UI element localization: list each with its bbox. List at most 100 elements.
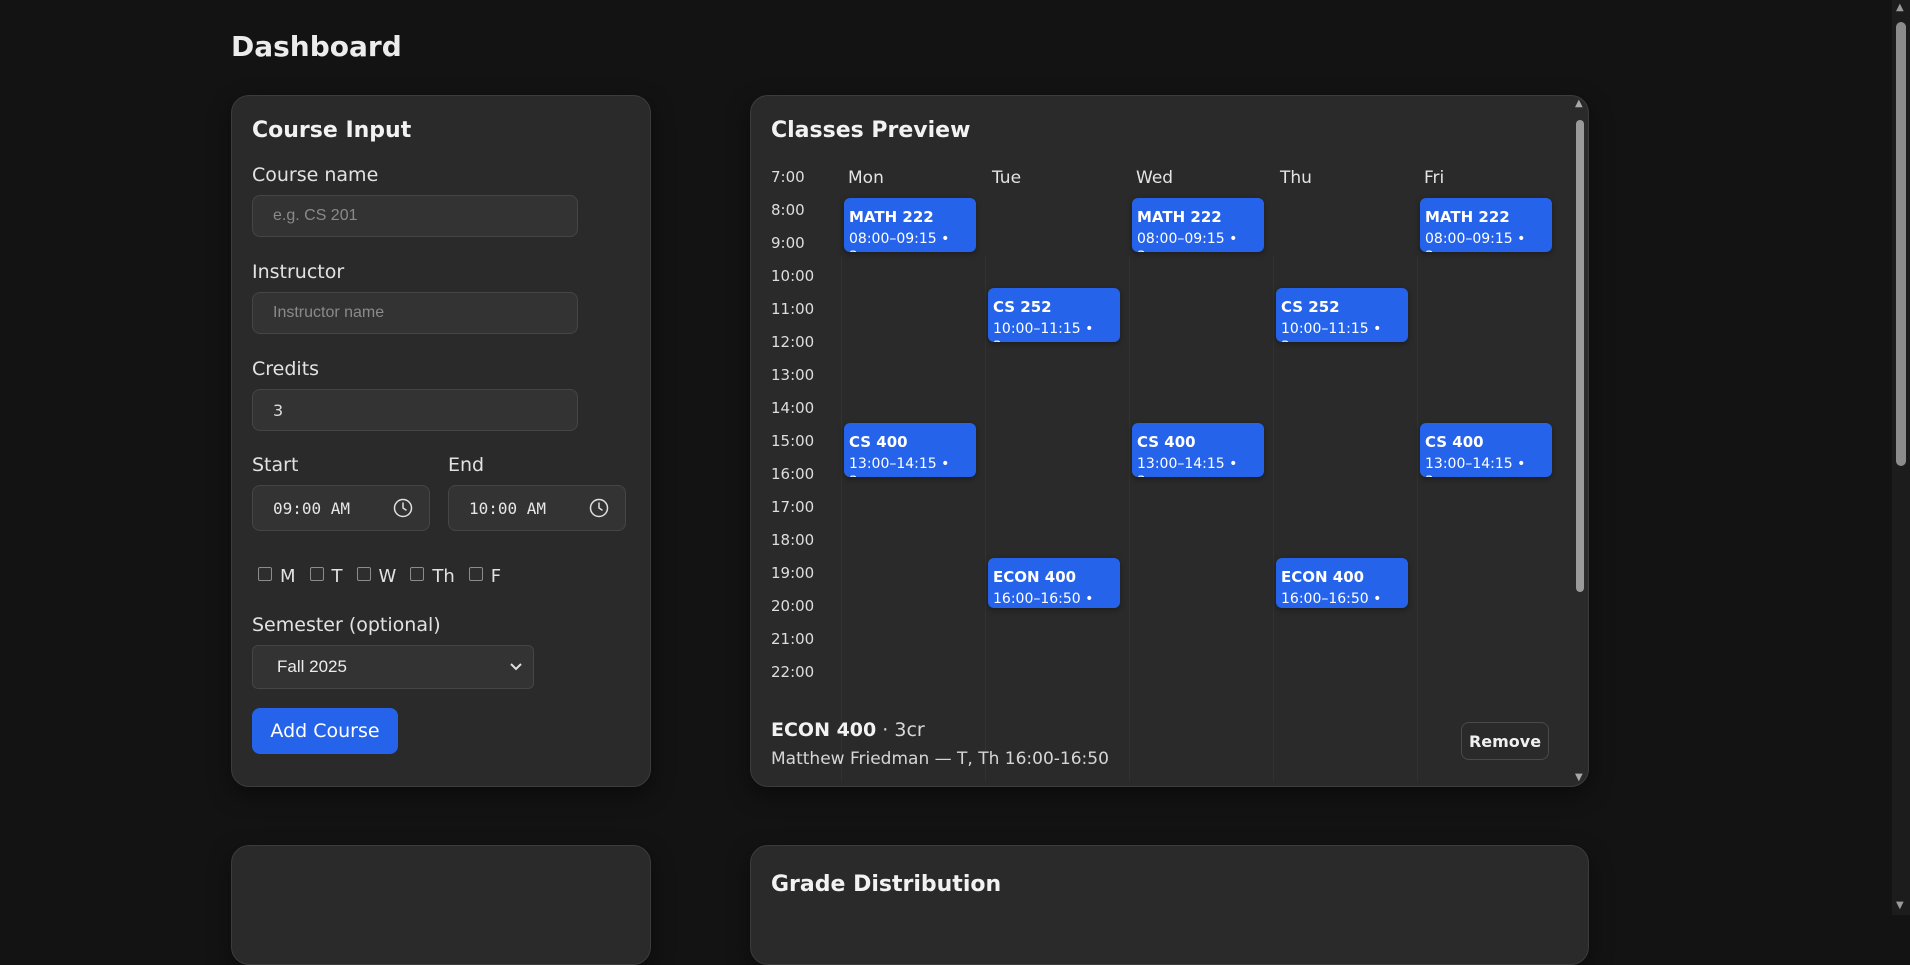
- scroll-down-icon[interactable]: ▼: [1896, 900, 1904, 911]
- chevron-down-icon: [510, 663, 522, 671]
- checkbox[interactable]: [309, 566, 324, 581]
- class-event-name: CS 400: [1137, 433, 1196, 451]
- class-event-name: MATH 222: [849, 208, 934, 226]
- class-event[interactable]: CS 252 10:00–11:15 • 3cr: [1276, 288, 1408, 343]
- course-name-label: Course name: [252, 164, 379, 186]
- semester-label: Semester (optional): [252, 614, 441, 636]
- checkbox[interactable]: [410, 566, 425, 581]
- selected-course-name: ECON 400: [771, 719, 877, 741]
- course-name-input[interactable]: [252, 195, 578, 237]
- scroll-down-icon[interactable]: ▼: [1575, 772, 1583, 783]
- selected-course-detail: Matthew Friedman — T, Th 16:00-16:50: [771, 749, 1109, 769]
- day-column: [985, 256, 986, 781]
- class-event-name: MATH 222: [1425, 208, 1510, 226]
- hour-label: 16:00: [771, 465, 815, 483]
- class-event-time: 16:00–16:50 • 3cr: [993, 591, 1094, 607]
- class-event[interactable]: CS 400 13:00–14:15 • 3cr: [1132, 423, 1264, 478]
- hour-label: 9:00: [771, 234, 805, 252]
- day-option-t[interactable]: T: [309, 566, 343, 587]
- class-event[interactable]: CS 252 10:00–11:15 • 3cr: [988, 288, 1120, 343]
- day-header: Fri: [1424, 168, 1445, 188]
- class-event-time: 16:00–16:50 • 3cr: [1281, 591, 1382, 607]
- checkbox[interactable]: [468, 566, 483, 581]
- class-event-name: MATH 222: [1137, 208, 1222, 226]
- hour-label: 19:00: [771, 564, 815, 582]
- start-label: Start: [252, 454, 299, 476]
- day-column: [841, 256, 842, 781]
- hour-label: 17:00: [771, 498, 815, 516]
- selected-course-credits: · 3cr: [876, 719, 925, 741]
- day-header: Tue: [992, 168, 1022, 188]
- class-event[interactable]: CS 400 13:00–14:15 • 3cr: [1420, 423, 1552, 478]
- class-event[interactable]: CS 400 13:00–14:15 • 3cr: [844, 423, 976, 478]
- end-label: End: [448, 454, 485, 476]
- hour-label: 14:00: [771, 399, 815, 417]
- window-scrollbar-thumb[interactable]: [1896, 22, 1906, 466]
- hour-label: 8:00: [771, 201, 805, 219]
- hour-label: 11:00: [771, 300, 815, 318]
- day-header: Thu: [1280, 168, 1312, 188]
- scroll-up-icon[interactable]: ▲: [1896, 2, 1904, 13]
- hour-label: 21:00: [771, 630, 815, 648]
- class-event-name: ECON 400: [993, 568, 1077, 586]
- hour-label: 7:00: [771, 168, 805, 186]
- start-time-input[interactable]: 09:00 AM: [252, 485, 430, 531]
- instructor-label: Instructor: [252, 261, 345, 283]
- class-event[interactable]: ECON 400 16:00–16:50 • 3cr: [988, 558, 1120, 608]
- semester-value: Fall 2025: [277, 657, 347, 676]
- class-event[interactable]: MATH 222 08:00–09:15 • 3cr: [1420, 198, 1552, 253]
- classes-preview-title: Classes Preview: [771, 118, 971, 143]
- instructor-input[interactable]: [252, 292, 578, 334]
- class-event[interactable]: MATH 222 08:00–09:15 • 3cr: [1132, 198, 1264, 253]
- hour-label: 20:00: [771, 597, 815, 615]
- remove-button[interactable]: Remove: [1461, 722, 1549, 760]
- day-option-f[interactable]: F: [468, 566, 501, 587]
- class-event-time: 10:00–11:15 • 3cr: [1281, 321, 1382, 342]
- credits-label: Credits: [252, 358, 320, 380]
- class-event-name: CS 400: [1425, 433, 1484, 451]
- day-header: Mon: [848, 168, 884, 188]
- scrollbar-thumb[interactable]: [1576, 120, 1584, 592]
- clock-icon[interactable]: [393, 498, 413, 518]
- class-event-name: CS 400: [849, 433, 908, 451]
- course-input-title: Course Input: [252, 118, 412, 143]
- class-event-time: 08:00–09:15 • 3cr: [849, 231, 950, 252]
- preview-scrollbar[interactable]: ▲ ▼: [1572, 96, 1588, 786]
- hour-label: 12:00: [771, 333, 815, 351]
- lower-left-card: [231, 845, 651, 965]
- class-event-time: 10:00–11:15 • 3cr: [993, 321, 1094, 342]
- grade-distribution-card: Grade Distribution: [750, 845, 1589, 965]
- day-column: [1417, 256, 1418, 781]
- end-time-value: 10:00 AM: [469, 498, 547, 518]
- day-column: [1273, 256, 1274, 781]
- class-event[interactable]: MATH 222 08:00–09:15 • 3cr: [844, 198, 976, 253]
- scroll-up-icon[interactable]: ▲: [1575, 98, 1583, 109]
- day-option-w[interactable]: W: [356, 566, 396, 587]
- class-event[interactable]: ECON 400 16:00–16:50 • 3cr: [1276, 558, 1408, 608]
- page-title: Dashboard: [231, 30, 402, 63]
- selected-course: ECON 400 · 3cr: [771, 719, 925, 741]
- day-header: Wed: [1136, 168, 1174, 188]
- class-event-name: ECON 400: [1281, 568, 1365, 586]
- class-event-name: CS 252: [993, 298, 1052, 316]
- start-time-value: 09:00 AM: [273, 498, 351, 518]
- checkbox[interactable]: [258, 566, 272, 581]
- semester-select[interactable]: Fall 2025: [252, 645, 534, 689]
- day-option-m[interactable]: M: [258, 566, 296, 587]
- hour-label: 22:00: [771, 663, 815, 681]
- credits-input[interactable]: [252, 389, 578, 431]
- hour-label: 13:00: [771, 366, 815, 384]
- hour-label: 15:00: [771, 432, 815, 450]
- hour-label: 10:00: [771, 267, 815, 285]
- class-event-time: 13:00–14:15 • 3cr: [1137, 456, 1238, 477]
- classes-preview-card: Classes Preview 7:00 8:00 9:00 10:00 11:00 12…: [750, 95, 1589, 787]
- course-input-card: Course Input Course name Instructor Cred…: [231, 95, 651, 787]
- window-scrollbar[interactable]: ▲ ▼: [1892, 0, 1910, 915]
- add-course-button[interactable]: Add Course: [252, 708, 398, 754]
- class-event-time: 08:00–09:15 • 3cr: [1425, 231, 1526, 252]
- class-event-time: 13:00–14:15 • 3cr: [1425, 456, 1526, 477]
- checkbox[interactable]: [356, 566, 371, 581]
- day-option-th[interactable]: Th: [410, 566, 455, 587]
- end-time-input[interactable]: 10:00 AM: [448, 485, 626, 531]
- clock-icon[interactable]: [589, 498, 609, 518]
